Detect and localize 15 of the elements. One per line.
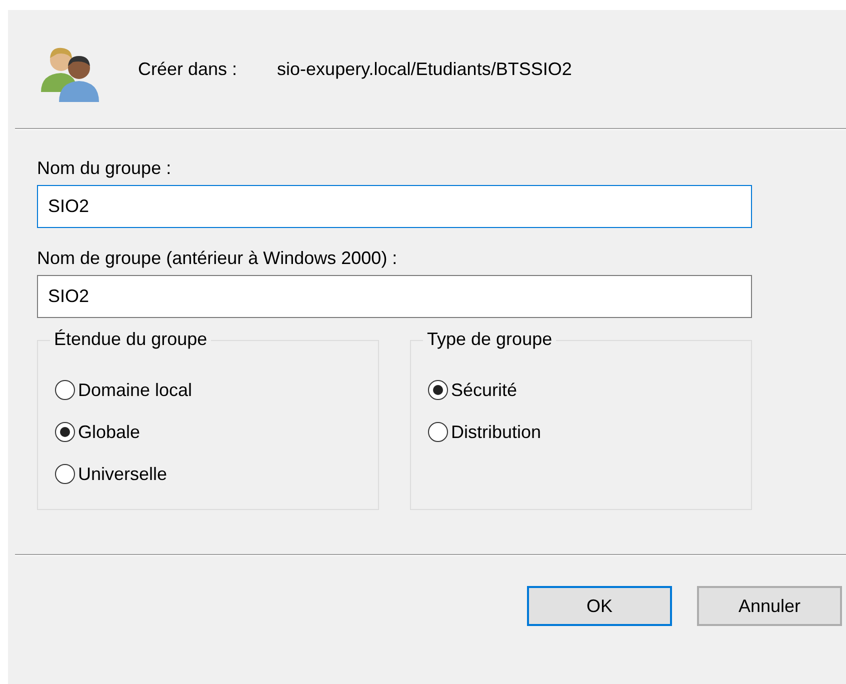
radio-option[interactable]: Distribution bbox=[428, 411, 542, 453]
field-label: Nom de groupe (antérieur à Windows 2000) : bbox=[37, 248, 398, 269]
radio-option[interactable]: Globale bbox=[55, 411, 140, 453]
location-path: sio-exupery.local/Etudiants/BTSSIO2 bbox=[277, 58, 572, 80]
dialog-button[interactable]: OK bbox=[527, 586, 672, 626]
radio-option[interactable]: Domaine local bbox=[55, 369, 192, 411]
location-label: Créer dans : bbox=[138, 58, 238, 80]
dialog-button[interactable]: Annuler bbox=[697, 586, 842, 626]
group-title: Type de groupe bbox=[423, 329, 556, 350]
field-label: Nom du groupe : bbox=[37, 158, 172, 179]
radio-option[interactable]: Universelle bbox=[55, 453, 168, 495]
radio-option[interactable]: Sécurité bbox=[428, 369, 518, 411]
text-field[interactable]: SIO2 bbox=[37, 275, 752, 318]
group-title: Étendue du groupe bbox=[50, 329, 212, 350]
text-field[interactable]: SIO2 bbox=[37, 185, 752, 228]
